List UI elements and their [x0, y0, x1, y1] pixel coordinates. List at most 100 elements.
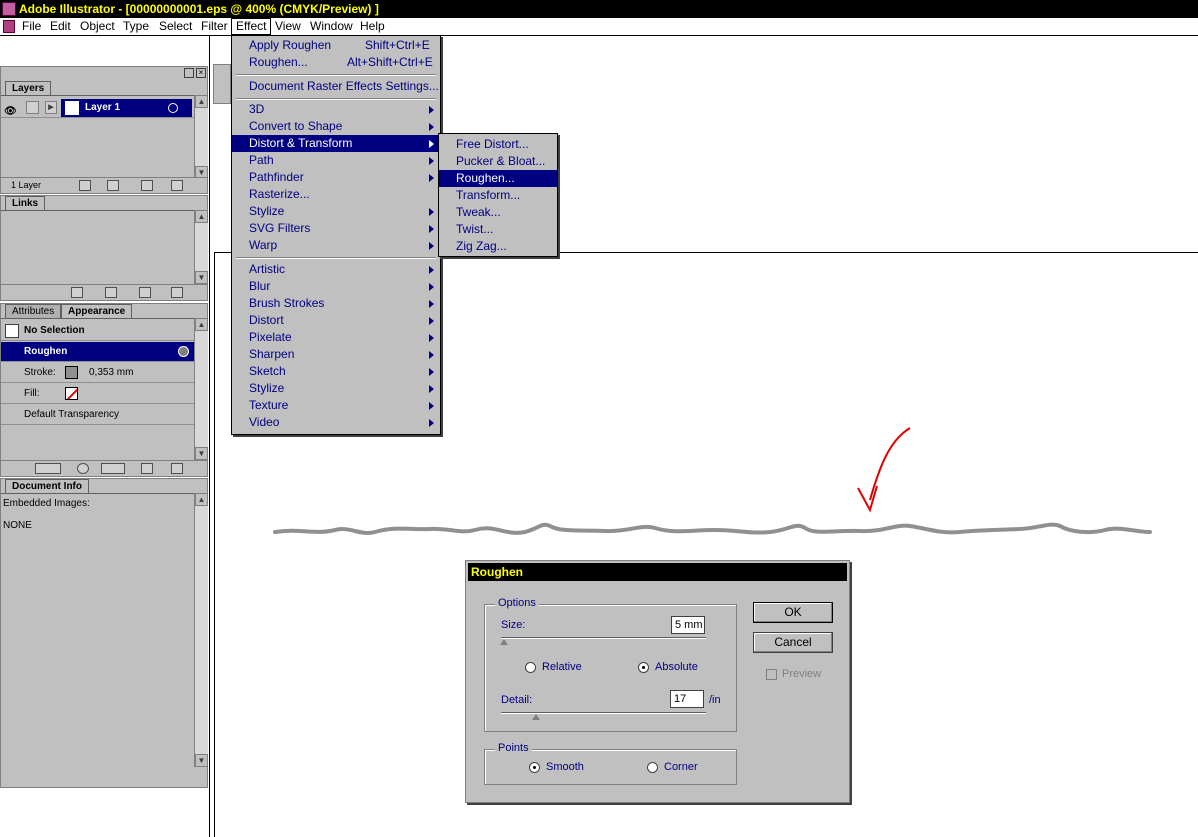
menu-object[interactable]: Object — [76, 18, 119, 35]
submenu-item-roughen[interactable]: Roughen... — [439, 170, 557, 187]
replace-link-icon[interactable] — [71, 287, 83, 298]
layers-scrollbar[interactable]: ▲ ▼ — [194, 95, 208, 179]
menu-item-stylize[interactable]: Stylize — [232, 203, 440, 220]
submenu-item-transform[interactable]: Transform... — [439, 187, 557, 204]
reduce-to-basic-appearance-icon[interactable] — [77, 463, 89, 474]
detail-field[interactable]: 17 — [670, 690, 704, 708]
submenu-item-free-distort[interactable]: Free Distort... — [439, 136, 557, 153]
smooth-radio[interactable] — [529, 762, 540, 773]
menu-item-artistic[interactable]: Artistic — [232, 261, 440, 278]
scroll-up-icon[interactable]: ▲ — [195, 493, 208, 506]
menu-window[interactable]: Window — [306, 18, 357, 35]
scroll-down-icon[interactable]: ▼ — [195, 754, 208, 767]
minimize-icon[interactable] — [184, 68, 194, 78]
corner-radio[interactable] — [647, 762, 658, 773]
lock-toggle[interactable] — [26, 101, 39, 114]
effect-row-roughen[interactable]: Roughen — [1, 342, 194, 362]
submenu-item-pucker-bloat[interactable]: Pucker & Bloat... — [439, 153, 557, 170]
menu-help[interactable]: Help — [356, 18, 389, 35]
links-scrollbar[interactable]: ▲ ▼ — [194, 210, 208, 284]
scroll-up-icon[interactable]: ▲ — [195, 210, 208, 223]
absolute-radio[interactable] — [638, 662, 649, 673]
new-layer-icon[interactable] — [141, 180, 153, 191]
effect-options-icon[interactable] — [178, 346, 189, 357]
document-icon[interactable] — [3, 20, 15, 33]
menu-view[interactable]: View — [271, 18, 305, 35]
menu-item-distort[interactable]: Distort — [232, 312, 440, 329]
menu-item-rasterize[interactable]: Rasterize... — [232, 186, 440, 203]
update-link-icon[interactable] — [139, 287, 151, 298]
menu-item-warp[interactable]: Warp — [232, 237, 440, 254]
new-sublayer-icon[interactable] — [107, 180, 119, 191]
transparency-row[interactable]: Default Transparency — [1, 405, 194, 425]
menu-effect[interactable]: Effect — [231, 18, 272, 35]
menu-file[interactable]: File — [18, 18, 45, 35]
menu-item-stylize-raster[interactable]: Stylize — [232, 380, 440, 397]
menu-edit[interactable]: Edit — [46, 18, 75, 35]
menu-item-blur[interactable]: Blur — [232, 278, 440, 295]
trash-icon[interactable] — [171, 180, 183, 191]
scroll-up-icon[interactable]: ▲ — [195, 95, 208, 108]
menu-item-path[interactable]: Path — [232, 152, 440, 169]
go-to-link-icon[interactable] — [105, 287, 117, 298]
size-slider-thumb[interactable] — [500, 639, 508, 645]
tab-attributes[interactable]: Attributes — [5, 304, 62, 318]
menu-item-raster-settings[interactable]: Document Raster Effects Settings... — [232, 78, 440, 95]
scroll-up-icon[interactable]: ▲ — [195, 318, 208, 331]
ok-button[interactable]: OK — [753, 602, 833, 623]
edit-original-icon[interactable] — [171, 287, 183, 298]
tab-document-info[interactable]: Document Info — [5, 479, 89, 493]
menu-select[interactable]: Select — [155, 18, 196, 35]
size-field[interactable]: 5 mm — [671, 616, 705, 634]
tab-appearance[interactable]: Appearance — [61, 304, 133, 318]
appearance-scrollbar[interactable]: ▲ ▼ — [194, 318, 208, 460]
menu-item-pathfinder[interactable]: Pathfinder — [232, 169, 440, 186]
fill-none-swatch[interactable] — [65, 387, 78, 400]
detail-slider-thumb[interactable] — [532, 714, 540, 720]
menu-item-pixelate[interactable]: Pixelate — [232, 329, 440, 346]
size-slider-track[interactable] — [501, 637, 706, 639]
clear-appearance-icon[interactable] — [101, 463, 125, 474]
scroll-down-icon[interactable]: ▼ — [195, 271, 208, 284]
expand-triangle-icon[interactable]: ▶ — [45, 101, 57, 114]
layer-row[interactable]: 👁 ▶ Layer 1 — [1, 98, 194, 118]
make-clipping-mask-icon[interactable] — [79, 180, 91, 191]
menu-item-video[interactable]: Video — [232, 414, 440, 431]
menu-item-sketch[interactable]: Sketch — [232, 363, 440, 380]
menu-item-texture[interactable]: Texture — [232, 397, 440, 414]
menu-item-apply-roughen[interactable]: Apply Roughen Shift+Ctrl+E — [232, 37, 440, 54]
tab-links[interactable]: Links — [5, 196, 46, 210]
stroke-row[interactable]: Stroke: 0,353 mm — [1, 363, 194, 383]
relative-radio[interactable] — [525, 662, 536, 673]
cancel-button[interactable]: Cancel — [753, 632, 833, 653]
tab-layers[interactable]: Layers — [5, 81, 52, 95]
submenu-item-twist[interactable]: Twist... — [439, 221, 557, 238]
fill-row[interactable]: Fill: — [1, 384, 194, 404]
submenu-item-zig-zag[interactable]: Zig Zag... — [439, 238, 557, 255]
docinfo-scrollbar[interactable]: ▲ ▼ — [194, 493, 208, 767]
stroke-label: Stroke: — [24, 367, 56, 378]
menu-item-svg-filters[interactable]: SVG Filters — [232, 220, 440, 237]
trash-icon[interactable] — [171, 463, 183, 474]
toolbox-tab[interactable] — [213, 64, 231, 104]
roughened-path[interactable] — [273, 522, 1152, 535]
preview-checkbox[interactable] — [766, 669, 777, 680]
menu-item-distort-transform[interactable]: Distort & Transform — [232, 135, 440, 152]
close-icon[interactable]: × — [196, 68, 206, 78]
menu-filter[interactable]: Filter — [197, 18, 232, 35]
target-circle-icon[interactable] — [168, 103, 178, 113]
menu-type[interactable]: Type — [119, 18, 153, 35]
menu-item-3d[interactable]: 3D — [232, 101, 440, 118]
menu-item-brush-strokes[interactable]: Brush Strokes — [232, 295, 440, 312]
submenu-item-tweak[interactable]: Tweak... — [439, 204, 557, 221]
visibility-eye-icon[interactable]: 👁 — [4, 102, 17, 117]
menu-item-label: Texture — [249, 398, 289, 412]
duplicate-item-icon[interactable] — [141, 463, 153, 474]
menu-item-roughen[interactable]: Roughen... Alt+Shift+Ctrl+E — [232, 54, 440, 71]
stroke-swatch[interactable] — [65, 366, 78, 379]
scroll-down-icon[interactable]: ▼ — [195, 447, 208, 460]
absolute-label: Absolute — [655, 661, 698, 673]
menu-item-sharpen[interactable]: Sharpen — [232, 346, 440, 363]
menu-item-convert-to-shape[interactable]: Convert to Shape — [232, 118, 440, 135]
new-art-maintains-appearance-icon[interactable] — [35, 463, 61, 474]
